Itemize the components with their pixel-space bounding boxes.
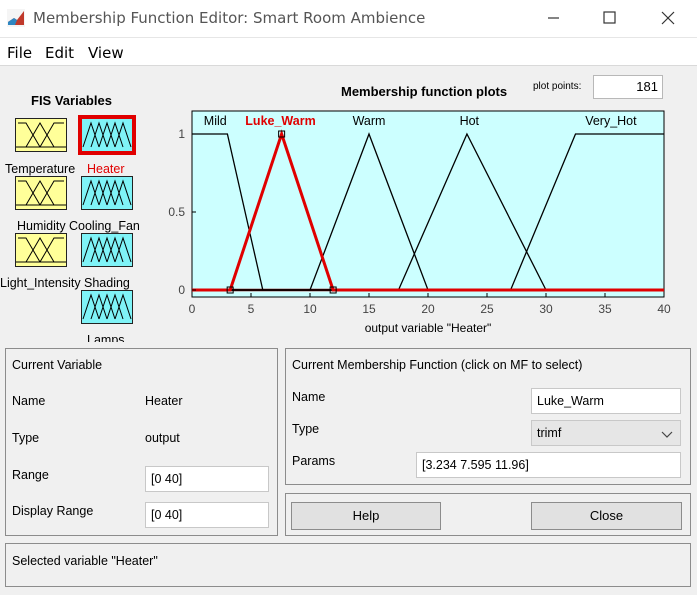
variable-temperature[interactable] <box>15 118 67 152</box>
name-label: Name <box>12 394 46 408</box>
mf-type-select[interactable]: trimf <box>531 420 681 446</box>
mf-thumbnail-icon <box>82 293 132 320</box>
variable-shading-label: Shading <box>84 276 130 290</box>
mf-thumbnail-icon <box>82 236 132 263</box>
current-variable-panel: Current Variable Name Heater Type output… <box>5 348 278 536</box>
display-range-input[interactable]: [0 40] <box>145 502 269 528</box>
x-tick-label: 0 <box>189 302 196 316</box>
maximize-icon <box>603 11 616 24</box>
variable-light-intensity-label: Light_Intensity <box>0 276 81 290</box>
plot-area[interactable] <box>191 110 665 298</box>
y-tick-label: 0.5 <box>168 205 185 219</box>
x-tick-label: 25 <box>480 302 494 316</box>
variable-humidity-label: Humidity <box>17 219 66 233</box>
plot-title: Membership function plots <box>341 84 508 99</box>
title-bar: Membership Function Editor: Smart Room A… <box>0 0 697 38</box>
variable-cooling-fan[interactable] <box>81 176 133 210</box>
variable-name-value: Heater <box>145 394 183 408</box>
menu-view[interactable]: View <box>88 44 124 62</box>
maximize-button[interactable] <box>586 0 632 36</box>
plot-points-input[interactable]: 181 <box>593 75 663 99</box>
help-button[interactable]: Help <box>291 502 441 530</box>
mf-label-hot: Hot <box>460 114 480 128</box>
range-input[interactable]: [0 40] <box>145 466 269 492</box>
variable-type-value: output <box>145 431 180 445</box>
current-mf-panel: Current Membership Function (click on MF… <box>285 348 691 485</box>
variable-lamps[interactable] <box>81 290 133 324</box>
mf-thumbnail-icon <box>82 179 132 206</box>
x-axis-label: output variable "Heater" <box>365 321 492 335</box>
close-button[interactable]: Close <box>531 502 682 530</box>
x-tick-label: 35 <box>598 302 612 316</box>
matlab-app-icon <box>7 9 25 27</box>
variable-heater[interactable] <box>78 115 136 155</box>
x-tick-label: 30 <box>539 302 553 316</box>
x-tick-label: 10 <box>303 302 317 316</box>
variable-heater-label: Heater <box>87 162 125 176</box>
mf-label-very-hot: Very_Hot <box>585 114 637 128</box>
chevron-down-icon <box>661 431 673 438</box>
status-text: Selected variable "Heater" <box>12 554 158 568</box>
current-mf-heading: Current Membership Function (click on MF… <box>292 358 583 372</box>
range-label: Range <box>12 468 49 482</box>
button-panel: Help Close <box>285 493 691 536</box>
x-tick-label: 5 <box>248 302 255 316</box>
variable-shading[interactable] <box>81 233 133 267</box>
x-tick-label: 15 <box>362 302 376 316</box>
variable-temperature-label: Temperature <box>5 162 76 176</box>
variable-cooling-fan-label: Cooling_Fan <box>69 219 140 233</box>
variable-humidity[interactable] <box>15 176 67 210</box>
mf-label-mild: Mild <box>204 114 227 128</box>
mf-name-input[interactable]: Luke_Warm <box>531 388 681 414</box>
window-title: Membership Function Editor: Smart Room A… <box>33 9 426 27</box>
mf-label-warm: Warm <box>353 114 386 128</box>
menu-edit[interactable]: Edit <box>45 44 74 62</box>
y-tick-label: 0 <box>178 283 185 297</box>
minimize-icon <box>548 17 559 19</box>
x-tick-label: 40 <box>657 302 671 316</box>
mf-thumbnail-icon <box>16 180 66 206</box>
editor-upper-area: FIS Variables Temperature Humidity Light… <box>0 67 697 342</box>
variable-light-intensity[interactable] <box>15 233 67 267</box>
y-tick-label: 1 <box>178 127 185 141</box>
current-variable-heading: Current Variable <box>12 358 103 372</box>
close-icon <box>661 11 675 25</box>
mf-type-label: Type <box>292 422 320 436</box>
close-window-button[interactable] <box>645 0 691 36</box>
mf-params-label: Params <box>292 454 336 468</box>
mf-thumbnail-icon <box>82 121 132 148</box>
mf-name-label: Name <box>292 390 326 404</box>
mf-thumbnail-icon <box>16 237 66 263</box>
status-bar: Selected variable "Heater" <box>5 543 691 587</box>
minimize-button[interactable] <box>530 0 576 36</box>
fis-variables-heading: FIS Variables <box>31 93 112 108</box>
plot-points-label: plot points: <box>533 81 582 92</box>
menu-bar: File Edit View <box>0 38 697 66</box>
type-label: Type <box>12 431 40 445</box>
variable-lamps-label: Lamps <box>87 333 125 342</box>
membership-function-plot[interactable]: Mild Warm Hot Very_HotLuke_Warm 0 5 10 15 20 25 3… <box>160 107 690 342</box>
menu-file[interactable]: File <box>7 44 32 62</box>
display-range-label: Display Range <box>12 504 94 518</box>
mf-type-value: trimf <box>537 426 562 440</box>
mf-params-input[interactable]: [3.234 7.595 11.96] <box>416 452 681 478</box>
mf-thumbnail-icon <box>16 122 66 148</box>
mf-label-luke-warm: Luke_Warm <box>245 114 315 128</box>
x-tick-label: 20 <box>421 302 435 316</box>
